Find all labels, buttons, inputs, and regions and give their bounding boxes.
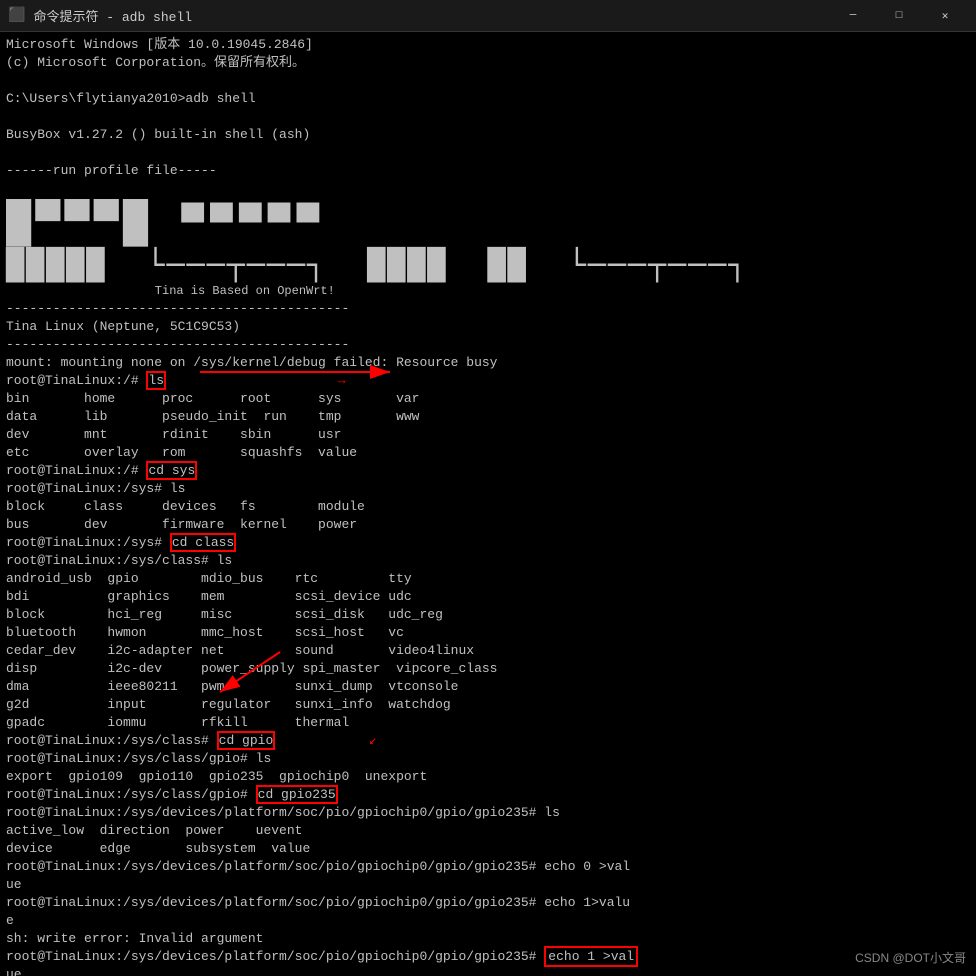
line-echo-0: root@TinaLinux:/sys/devices/platform/soc…	[6, 858, 970, 876]
echo1-box: echo 1 >val	[544, 946, 638, 967]
close-button[interactable]: ✕	[922, 0, 968, 32]
line-tina-based: Tina is Based on OpenWrt!	[126, 282, 970, 300]
line-sep2: ----------------------------------------…	[6, 336, 970, 354]
cd-gpio-highlight: cd gpio	[217, 731, 276, 750]
ls-highlight: ls	[146, 371, 166, 390]
line-echo-1v: root@TinaLinux:/sys/devices/platform/soc…	[6, 894, 970, 912]
cd-class-highlight: cd class	[170, 533, 236, 552]
line-blank3	[6, 180, 970, 198]
line-root-ls: root@TinaLinux:/# ls →	[6, 372, 970, 390]
cd-sys-highlight: cd sys	[146, 461, 197, 480]
csdn-watermark: CSDN @DOT小文哥	[855, 949, 966, 966]
line-gpio235-ls-2: device edge subsystem value	[6, 840, 970, 858]
line-1: Microsoft Windows [版本 10.0.19045.2846]	[6, 36, 970, 54]
terminal[interactable]: Microsoft Windows [版本 10.0.19045.2846] (…	[0, 32, 976, 976]
line-3	[6, 72, 970, 90]
line-ls-2: data lib pseudo_init run tmp www	[6, 408, 970, 426]
line-class-ls-4: bluetooth hwmon mmc_host scsi_host vc	[6, 624, 970, 642]
line-tina-version: Tina Linux (Neptune, 5C1C9C53)	[6, 318, 970, 336]
line-gpio-ls-cmd: root@TinaLinux:/sys/class/gpio# ls	[6, 750, 970, 768]
line-class-ls-2: bdi graphics mem scsi_device udc	[6, 588, 970, 606]
line-sh-err: sh: write error: Invalid argument	[6, 930, 970, 948]
line-cd-gpio235: root@TinaLinux:/sys/class/gpio# cd gpio2…	[6, 786, 970, 804]
line-class-ls-1: android_usb gpio mdio_bus rtc tty	[6, 570, 970, 588]
line-busybox: BusyBox v1.27.2 () built-in shell (ash)	[6, 126, 970, 144]
line-ls-4: etc overlay rom squashfs value	[6, 444, 970, 462]
line-sys-ls-1: block class devices fs module	[6, 498, 970, 516]
line-class-ls-9: gpadc iommu rfkill thermal	[6, 714, 970, 732]
line-class-ls-cmd: root@TinaLinux:/sys/class# ls	[6, 552, 970, 570]
line-cmd: C:\Users\flytianya2010>adb shell	[6, 90, 970, 108]
line-cd-sys: root@TinaLinux:/# cd sys	[6, 462, 970, 480]
line-class-ls-3: block hci_reg misc scsi_disk udc_reg	[6, 606, 970, 624]
cmd-icon: ⬛	[8, 7, 25, 24]
line-gpio-ls-1: export gpio109 gpio110 gpio235 gpiochip0…	[6, 768, 970, 786]
title-text: 命令提示符 - adb shell	[33, 6, 830, 25]
minimize-button[interactable]: ─	[830, 0, 876, 32]
line-class-ls-6: disp i2c-dev power_supply spi_master vip…	[6, 660, 970, 678]
window-controls: ─ □ ✕	[830, 0, 968, 32]
line-gpio235-ls-cmd: root@TinaLinux:/sys/devices/platform/soc…	[6, 804, 970, 822]
line-profile: ------run profile file-----	[6, 162, 970, 180]
line-echo-1-box: root@TinaLinux:/sys/devices/platform/soc…	[6, 948, 970, 966]
line-cd-gpio: root@TinaLinux:/sys/class# cd gpio ↙	[6, 732, 970, 750]
line-ue-2: ue	[6, 966, 970, 976]
line-ls-3: dev mnt rdinit sbin usr	[6, 426, 970, 444]
line-e-1: e	[6, 912, 970, 930]
line-sys-ls-2: bus dev firmware kernel power	[6, 516, 970, 534]
line-2: (c) Microsoft Corporation。保留所有权利。	[6, 54, 970, 72]
tina-art-lines: █████ └───┬───┐ ████ ██ └───┬───┐	[6, 250, 970, 282]
line-cd-class: root@TinaLinux:/sys# cd class	[6, 534, 970, 552]
line-blank2	[6, 144, 970, 162]
line-sys-ls-cmd: root@TinaLinux:/sys# ls	[6, 480, 970, 498]
line-sep1: ----------------------------------------…	[6, 300, 970, 318]
ascii-art: █▀▀▀█ ▀▀▀▀▀	[6, 200, 970, 248]
line-class-ls-7: dma ieee80211 pwm sunxi_dump vtconsole	[6, 678, 970, 696]
maximize-button[interactable]: □	[876, 0, 922, 32]
line-class-ls-5: cedar_dev i2c-adapter net sound video4li…	[6, 642, 970, 660]
line-mount-err: mount: mounting none on /sys/kernel/debu…	[6, 354, 970, 372]
cd-gpio235-highlight: cd gpio235	[256, 785, 338, 804]
line-blank1	[6, 108, 970, 126]
line-ue-1: ue	[6, 876, 970, 894]
titlebar: ⬛ 命令提示符 - adb shell ─ □ ✕	[0, 0, 976, 32]
line-ls-1: bin home proc root sys var	[6, 390, 970, 408]
line-class-ls-8: g2d input regulator sunxi_info watchdog	[6, 696, 970, 714]
line-gpio235-ls-1: active_low direction power uevent	[6, 822, 970, 840]
